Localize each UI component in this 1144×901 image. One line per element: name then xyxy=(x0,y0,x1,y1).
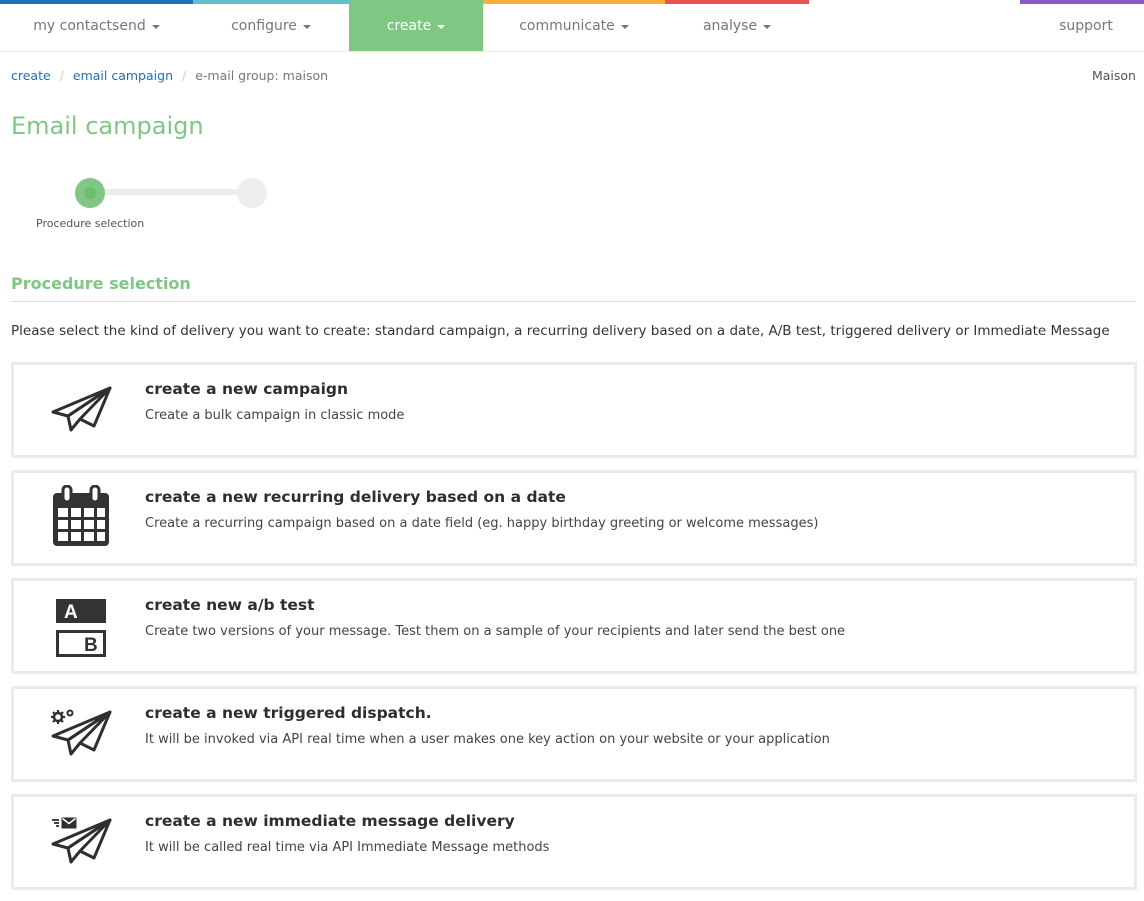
breadcrumb-separator: / xyxy=(59,68,64,83)
breadcrumb-link-email-campaign[interactable]: email campaign xyxy=(73,68,173,83)
option-title: create a new recurring delivery based on… xyxy=(145,488,566,506)
breadcrumb: create / email campaign / e-mail group: … xyxy=(11,68,328,83)
nav-item-analyse[interactable]: analyse xyxy=(665,0,809,51)
nav-item-support[interactable]: support xyxy=(1030,0,1142,51)
progress-stepper: Procedure selection xyxy=(30,176,290,236)
nav-item-label: support xyxy=(1059,17,1113,34)
option-description: Create two versions of your message. Tes… xyxy=(145,624,846,639)
ab-test-icon: A B xyxy=(48,595,114,661)
step-1-label: Procedure selection xyxy=(36,217,145,230)
option-description: Create a bulk campaign in classic mode xyxy=(145,408,405,423)
ab-icon-a-letter: A xyxy=(64,602,78,623)
breadcrumb-separator: / xyxy=(182,68,187,83)
nav-item-communicate[interactable]: communicate xyxy=(483,0,665,51)
nav-item-configure[interactable]: configure xyxy=(193,0,349,51)
stepper-connector xyxy=(90,189,250,195)
caret-down-icon xyxy=(437,24,446,29)
ab-icon-b-letter: B xyxy=(84,635,98,656)
account-name: Maison xyxy=(1091,68,1136,83)
option-description: It will be invoked via API real time whe… xyxy=(145,732,830,747)
top-navigation: my contactsend configure create communic… xyxy=(0,0,1144,52)
caret-down-icon xyxy=(620,24,629,29)
breadcrumb-current: e-mail group: maison xyxy=(195,68,329,83)
nav-item-create[interactable]: create xyxy=(349,0,483,51)
nav-item-label: create xyxy=(386,17,432,34)
option-title: create a new triggered dispatch. xyxy=(145,704,432,722)
option-new-campaign[interactable]: create a new campaign Create a bulk camp… xyxy=(11,362,1137,458)
step-1-indicator xyxy=(75,178,105,208)
delivery-options-list: create a new campaign Create a bulk camp… xyxy=(11,362,1137,901)
nav-item-label: communicate xyxy=(519,17,615,34)
option-immediate-message[interactable]: create a new immediate message delivery … xyxy=(11,794,1137,890)
caret-down-icon xyxy=(302,24,311,29)
option-description: Create a recurring campaign based on a d… xyxy=(145,516,819,531)
step-2-indicator xyxy=(237,178,267,208)
option-description: It will be called real time via API Imme… xyxy=(145,840,550,855)
breadcrumb-link-create[interactable]: create xyxy=(11,68,51,83)
option-title: create a new campaign xyxy=(145,380,349,398)
page-title: Email campaign xyxy=(11,112,204,140)
caret-down-icon xyxy=(763,24,772,29)
section-intro: Please select the kind of delivery you w… xyxy=(11,323,1110,339)
paper-plane-gears-icon xyxy=(48,701,114,767)
paper-plane-envelope-icon xyxy=(48,809,114,875)
caret-down-icon xyxy=(151,24,160,29)
paper-plane-icon xyxy=(48,377,114,443)
option-triggered-dispatch[interactable]: create a new triggered dispatch. It will… xyxy=(11,686,1137,782)
option-recurring-delivery[interactable]: create a new recurring delivery based on… xyxy=(11,470,1137,566)
section-title: Procedure selection xyxy=(11,274,1136,302)
nav-item-label: configure xyxy=(231,17,297,34)
option-title: create new a/b test xyxy=(145,596,315,614)
calendar-icon xyxy=(48,483,114,549)
nav-item-label: my contactsend xyxy=(33,17,146,34)
nav-item-my-contactsend[interactable]: my contactsend xyxy=(0,0,193,51)
option-title: create a new immediate message delivery xyxy=(145,812,515,830)
option-ab-test[interactable]: A B create new a/b test Create two versi… xyxy=(11,578,1137,674)
nav-item-label: analyse xyxy=(702,17,758,34)
